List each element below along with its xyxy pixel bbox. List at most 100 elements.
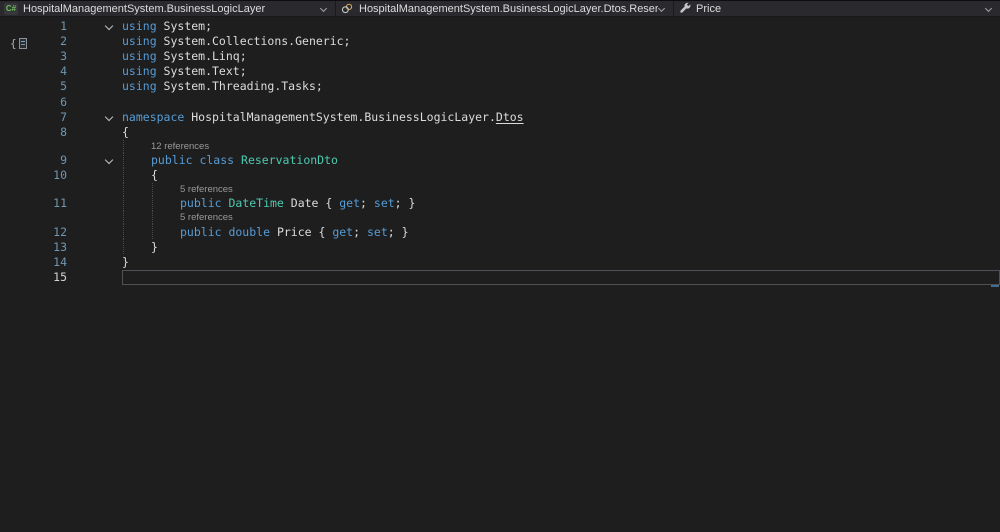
line-number: 11	[53, 196, 67, 211]
code-line[interactable]: public class ReservationDto	[122, 152, 1000, 168]
fold-toggle[interactable]	[68, 22, 122, 30]
indent-guide	[152, 195, 180, 212]
document-glyph	[18, 38, 27, 49]
codelens-row: 12 references	[0, 139, 1000, 153]
codelens-references-link[interactable]: 12 references	[151, 141, 209, 152]
code-editor[interactable]: { 1 using System; 2 using System.Collection…	[0, 17, 1000, 531]
code-line[interactable]	[122, 269, 1000, 285]
chevron-down-icon	[658, 5, 667, 13]
line-number: 13	[53, 239, 67, 254]
property-wrench-icon	[678, 2, 691, 15]
outline-margin-icon[interactable]: {	[10, 37, 27, 50]
codelens-references-link[interactable]: 5 references	[180, 184, 233, 195]
project-dropdown[interactable]: C# HospitalManagementSystem.BusinessLogi…	[0, 1, 336, 16]
code-token: Price {	[270, 224, 333, 239]
code-token: using	[122, 79, 164, 94]
code-token: System.Collections.Generic;	[163, 33, 351, 48]
code-line[interactable]: {	[122, 124, 1000, 139]
codelens-content[interactable]: 5 references	[122, 182, 1000, 196]
codelens-row: 5 references	[0, 182, 1000, 196]
code-token: System.Text;	[163, 64, 247, 79]
code-row: 5 using System.Threading.Tasks;	[0, 79, 1000, 94]
code-token: set	[373, 196, 395, 211]
chevron-down-icon	[105, 156, 114, 164]
code-token: HospitalManagementSystem.BusinessLogicLa…	[191, 109, 496, 124]
code-row: 2 using System.Collections.Generic;	[0, 33, 1000, 48]
code-row: 12 public double Price { get; set; }	[0, 224, 1000, 240]
indent-guide	[123, 195, 151, 212]
code-line[interactable]: }	[122, 239, 1000, 255]
line-number: 8	[60, 124, 67, 139]
code-line[interactable]: using System;	[122, 18, 1000, 33]
project-dropdown-label: HospitalManagementSystem.BusinessLogicLa…	[23, 2, 266, 15]
line-number: 15	[53, 270, 67, 285]
code-token: using	[122, 18, 164, 33]
code-row: 10 {	[0, 167, 1000, 183]
member-dropdown-label: Price	[696, 2, 722, 15]
member-dropdown[interactable]: Price	[674, 1, 1000, 16]
code-token: get	[332, 224, 354, 239]
code-line[interactable]: }	[122, 254, 1000, 269]
indent-guide	[123, 152, 151, 168]
code-token: set	[366, 224, 388, 239]
indent-guide	[123, 211, 151, 225]
code-row: 9 public class ReservationDto	[0, 152, 1000, 168]
fold-toggle[interactable]	[68, 113, 122, 121]
code-token: {	[122, 124, 129, 139]
indent-guide	[123, 182, 151, 196]
codelens-content[interactable]: 12 references	[122, 139, 1000, 153]
code-row: 13}	[0, 239, 1000, 255]
code-token: get	[339, 196, 361, 211]
indent-guide	[152, 224, 180, 240]
code-row: 8{	[0, 124, 1000, 139]
code-line[interactable]: using System.Text;	[122, 64, 1000, 79]
code-line[interactable]: public double Price { get; set; }	[122, 224, 1000, 240]
code-row: 15	[0, 269, 1000, 285]
code-line[interactable]: using System.Threading.Tasks;	[122, 79, 1000, 94]
code-line[interactable]: using System.Linq;	[122, 48, 1000, 63]
indent-guide	[152, 182, 180, 196]
line-number: 7	[60, 109, 67, 124]
code-line[interactable]: public DateTime Date { get; set; }	[122, 195, 1000, 212]
line-number: 1	[60, 18, 67, 33]
indent-guide	[152, 211, 180, 225]
fold-toggle[interactable]	[68, 156, 122, 164]
code-line[interactable]: using System.Collections.Generic;	[122, 33, 1000, 48]
chevron-down-icon	[985, 5, 994, 13]
line-number: 3	[60, 48, 67, 63]
code-row: 6	[0, 94, 1000, 109]
code-row: 3 using System.Linq;	[0, 48, 1000, 63]
code-row: 4 using System.Text;	[0, 64, 1000, 79]
code-token: namespace	[122, 109, 192, 124]
code-line[interactable]: namespace HospitalManagementSystem.Busin…	[122, 109, 1000, 124]
code-token: System.Threading.Tasks;	[163, 79, 323, 94]
codelens-references-link[interactable]: 5 references	[180, 212, 233, 223]
code-line[interactable]	[122, 94, 1000, 109]
line-number: 12	[53, 224, 67, 239]
type-dropdown[interactable]: HospitalManagementSystem.BusinessLogicLa…	[336, 1, 674, 16]
code-line[interactable]: {	[122, 167, 1000, 183]
code-token: ; }	[394, 196, 416, 211]
code-token: }	[151, 239, 158, 254]
line-number: 4	[60, 64, 67, 79]
code-token: public double	[180, 224, 271, 239]
code-row: 14}	[0, 254, 1000, 269]
line-number: 9	[60, 153, 67, 168]
code-token: {	[151, 168, 158, 183]
codelens-content[interactable]: 5 references	[122, 211, 1000, 225]
chevron-down-icon	[105, 22, 114, 30]
chevron-down-icon	[105, 113, 114, 121]
code-token: ;	[360, 196, 374, 211]
navigation-bar: C# HospitalManagementSystem.BusinessLogi…	[0, 0, 1000, 17]
code-token: Date {	[283, 196, 340, 211]
line-number: 5	[60, 79, 67, 94]
csharp-project-icon: C#	[4, 2, 18, 15]
code-token: public class	[151, 153, 242, 168]
chevron-down-icon	[320, 5, 329, 13]
code-row: 1 using System;	[0, 18, 1000, 33]
scrollbar-caret-marker	[991, 285, 999, 287]
codelens-row: 5 references	[0, 211, 1000, 225]
code-token: ; }	[387, 224, 409, 239]
line-number: 14	[53, 255, 67, 270]
code-token: Dtos	[495, 109, 524, 124]
